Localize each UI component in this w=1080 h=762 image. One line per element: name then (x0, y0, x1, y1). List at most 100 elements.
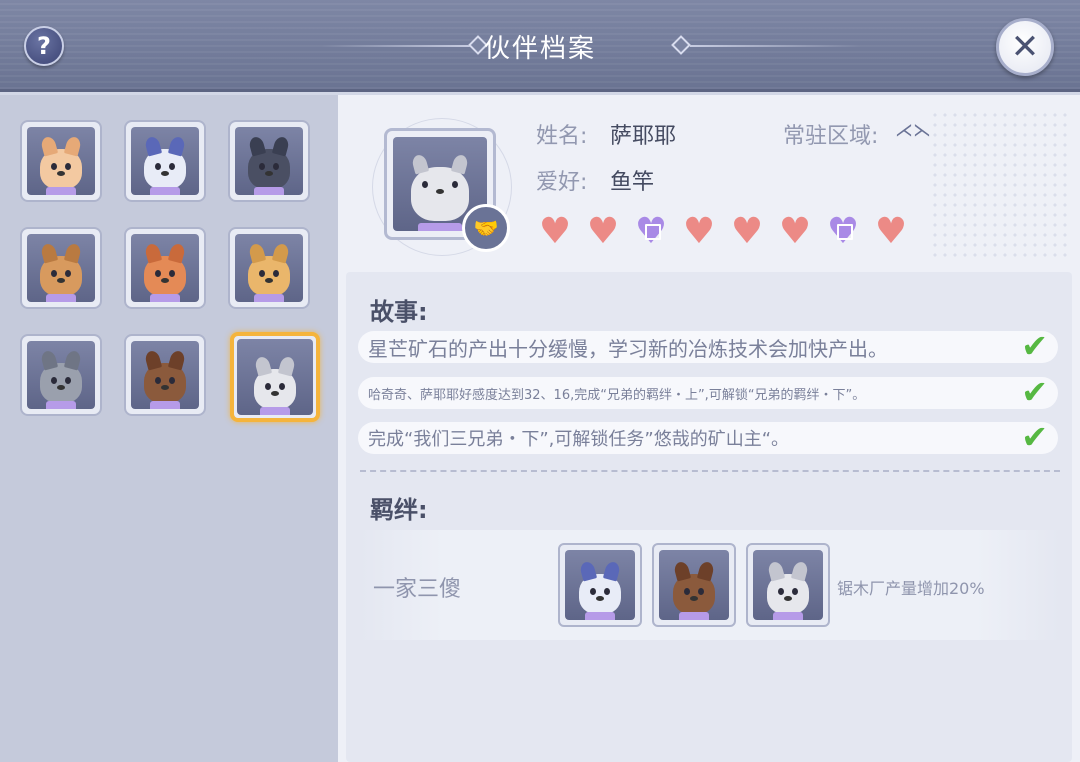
collar-icon (260, 407, 290, 415)
partner-avatar (131, 127, 199, 195)
title-ornament-right (690, 45, 860, 47)
eye-icon (65, 163, 71, 170)
nose-icon (436, 189, 444, 194)
eye-icon (155, 270, 161, 277)
collar-icon (773, 612, 803, 620)
eye-icon (422, 181, 428, 188)
nose-icon (161, 385, 169, 390)
collar-icon (46, 187, 76, 195)
check-icon: ✔ (1021, 418, 1048, 456)
heart-icon: ♥ (682, 211, 716, 252)
collar-icon (254, 294, 284, 302)
ear-icon (143, 349, 163, 371)
eye-icon (65, 377, 71, 384)
bond-member-husky[interactable] (558, 543, 642, 627)
story-item: 哈奇奇、萨耶耶好感度达到32、16,完成“兄弟的羁绊・上”,可解锁“兄弟的羁绊・… (358, 373, 1058, 411)
partner-slot-husky[interactable] (124, 120, 206, 202)
gorilla-face-icon (247, 135, 291, 189)
bond-member-brown-dog[interactable] (652, 543, 736, 627)
ear-icon (578, 560, 598, 582)
nose-icon (57, 385, 65, 390)
partner-slot-sayeye[interactable] (230, 332, 320, 422)
gift-heart-icon: ♥ (824, 214, 862, 250)
nose-icon (690, 596, 698, 601)
brown-dog-face-icon (672, 560, 716, 614)
partner-slot-sheep[interactable] (20, 120, 102, 202)
collar-icon (46, 294, 76, 302)
ear-icon (167, 135, 187, 157)
ear-icon (271, 242, 291, 264)
ear-icon (410, 153, 430, 175)
region-bird-icon: ⋌⋋ (895, 120, 931, 141)
bond-effect: 锯木厂产量增加20% (837, 579, 985, 598)
ear-icon (672, 560, 692, 582)
hobby-value: 鱼竿 (610, 170, 655, 195)
heart-icon: ♥ (730, 211, 764, 252)
ear-icon (63, 349, 83, 371)
heart-icon: ♥ (586, 211, 620, 252)
ear-icon (167, 242, 187, 264)
ear-icon (696, 560, 716, 582)
collar-icon (679, 612, 709, 620)
eye-icon (590, 588, 596, 595)
sayeye-face-icon (253, 355, 297, 409)
partner-slot-wolf-grey[interactable] (20, 334, 102, 416)
eye-icon (51, 377, 57, 384)
handshake-icon[interactable]: 🤝 (462, 204, 510, 252)
nose-icon (784, 596, 792, 601)
partner-slot-corgi[interactable] (228, 227, 310, 309)
eye-icon (273, 270, 279, 277)
ear-icon (63, 135, 83, 157)
ear-icon (39, 242, 59, 264)
nose-icon (161, 278, 169, 283)
nose-icon (57, 278, 65, 283)
partner-avatar (235, 234, 303, 302)
husky-face-icon (578, 560, 622, 614)
wolf-grey-face-icon (39, 349, 83, 403)
eye-icon (259, 270, 265, 277)
collar-icon (254, 187, 284, 195)
corgi-face-icon (247, 242, 291, 296)
eye-icon (169, 163, 175, 170)
nose-icon (271, 391, 279, 396)
nose-icon (265, 171, 273, 176)
collar-icon (150, 294, 180, 302)
bond-name: 一家三傻 (373, 577, 462, 602)
partner-slot-fox[interactable] (124, 227, 206, 309)
ear-icon (271, 135, 291, 157)
ear-icon (277, 355, 297, 377)
hobby-label: 爱好: (536, 170, 588, 195)
collar-icon (418, 223, 462, 231)
ear-icon (766, 560, 786, 582)
region-label: 常驻区域: (783, 124, 879, 149)
ear-icon (247, 135, 267, 157)
eye-icon (452, 181, 458, 188)
bond-member-avatar (753, 550, 823, 620)
ear-icon (143, 242, 163, 264)
ear-icon (39, 349, 59, 371)
partner-slot-brown-dog[interactable] (124, 334, 206, 416)
close-button[interactable]: ✕ (996, 18, 1054, 76)
eye-icon (51, 270, 57, 277)
eye-icon (778, 588, 784, 595)
story-item-text: 完成“我们三兄弟・下”,可解锁任务”悠哉的矿山主“。 (368, 429, 790, 450)
ear-icon (253, 355, 273, 377)
partner-avatar (27, 127, 95, 195)
partner-avatar (131, 341, 199, 409)
bond-member-sayeye[interactable] (746, 543, 830, 627)
partner-slot-deer[interactable] (20, 227, 102, 309)
partner-avatar (131, 234, 199, 302)
husky-face-icon (143, 135, 187, 189)
affection-hearts: ♥ ♥ ♥ ♥ ♥ ♥ ♥ ♥ (536, 214, 910, 250)
heart-icon: ♥ (538, 211, 572, 252)
nose-icon (596, 596, 604, 601)
eye-icon (155, 163, 161, 170)
page-title: 伙伴档案 (483, 34, 596, 64)
eye-icon (604, 588, 610, 595)
collar-icon (150, 187, 180, 195)
name-label: 姓名: (536, 124, 588, 149)
name-value: 萨耶耶 (610, 124, 677, 149)
partner-slot-gorilla[interactable] (228, 120, 310, 202)
partner-avatar (237, 339, 313, 415)
ear-icon (63, 242, 83, 264)
